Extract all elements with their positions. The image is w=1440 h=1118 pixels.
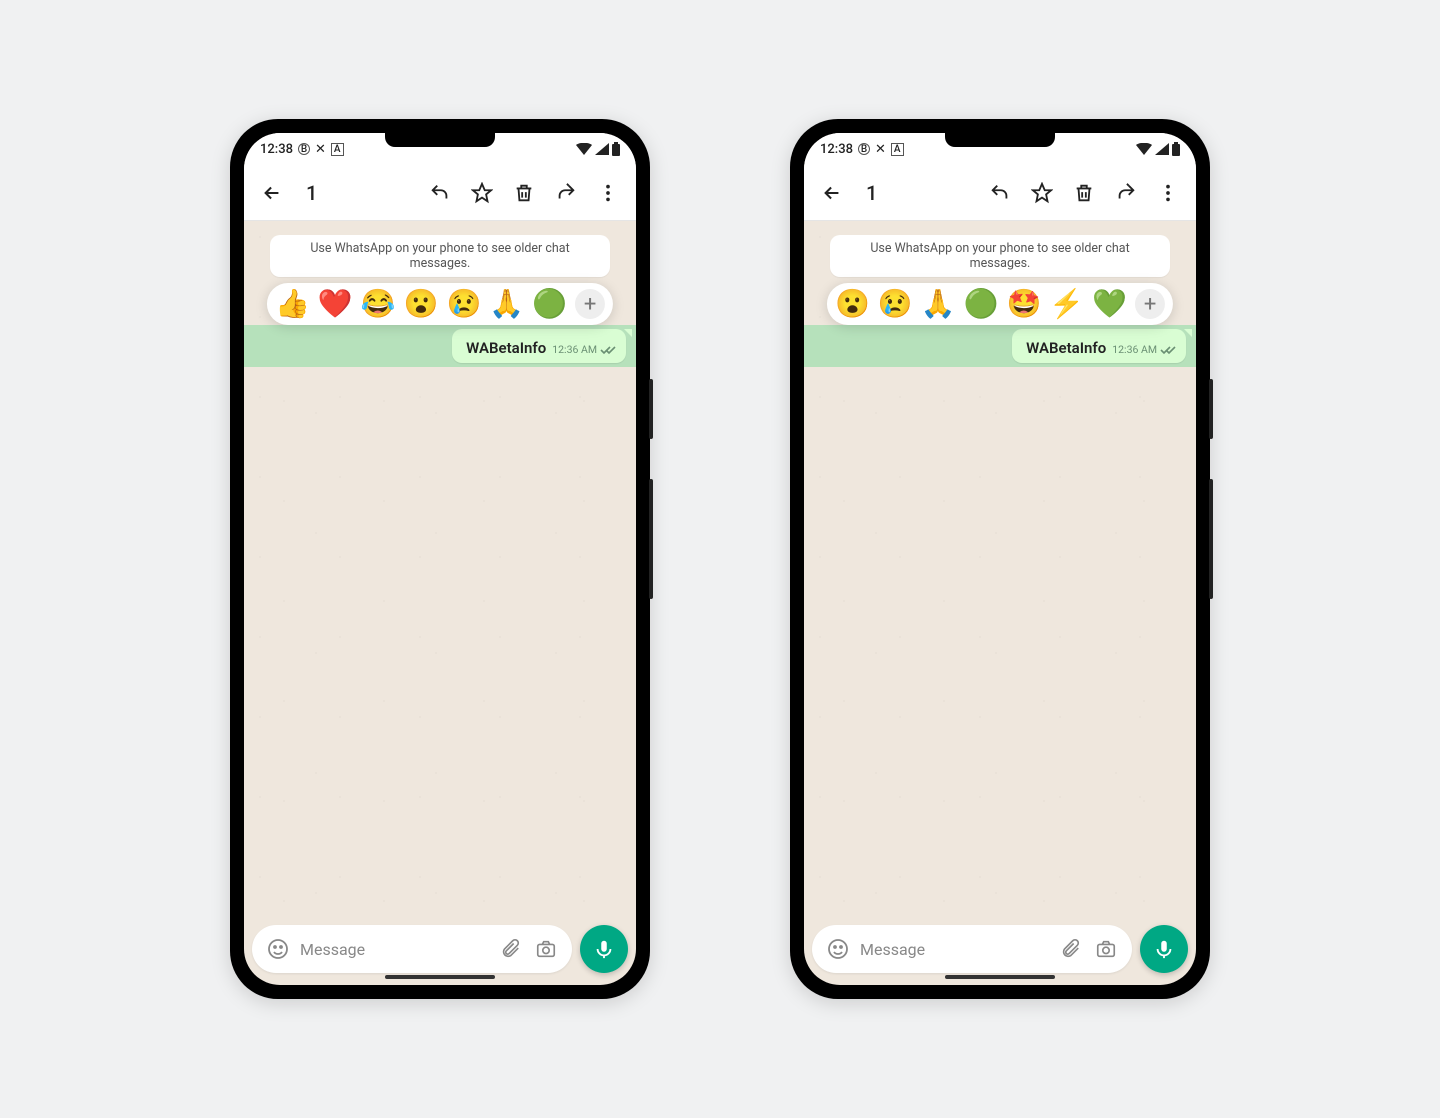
reaction-popup: 😮 😢 🙏 🟢 🤩 ⚡ 💚 + [827,283,1173,325]
more-button[interactable] [588,173,628,213]
reaction-emoji[interactable]: 😮 [835,290,870,318]
delete-button[interactable] [1064,173,1104,213]
message-bubble[interactable]: WABetaInfo 12:36 AM [1012,329,1186,363]
forward-button[interactable] [1106,173,1146,213]
notch [385,133,495,147]
reaction-emoji[interactable]: 😢 [446,290,481,318]
wifi-icon [576,143,592,155]
attachment-icon[interactable] [1052,931,1088,967]
back-button[interactable] [252,173,292,213]
reaction-more-button[interactable]: + [1135,289,1165,319]
reaction-emoji[interactable]: ⚡ [1049,290,1084,318]
reaction-emoji[interactable]: 🟢 [532,290,567,318]
status-time: 12:38 [260,142,293,157]
emoji-icon[interactable] [260,931,296,967]
reaction-emoji[interactable]: 😮 [404,290,439,318]
camera-icon[interactable] [528,931,564,967]
status-time: 12:38 [820,142,853,157]
message-input-container[interactable]: Message [812,925,1132,973]
selection-topbar: 1 [804,165,1196,221]
reaction-emoji[interactable]: 😂 [361,290,396,318]
message-row[interactable]: 👍 ❤️ 😂 😮 😢 🙏 🟢 + WABetaInfo 12:36 AM [244,325,636,367]
message-input-container[interactable]: Message [252,925,572,973]
status-icon-a: A [331,143,344,156]
attachment-icon[interactable] [492,931,528,967]
mic-button[interactable] [1140,925,1188,973]
message-caption: WABetaInfo [1026,339,1106,357]
selection-count: 1 [866,181,978,205]
reaction-popup: 👍 ❤️ 😂 😮 😢 🙏 🟢 + [267,283,613,325]
message-time: 12:36 AM [552,343,597,356]
volume-button [1209,479,1213,599]
battery-icon [612,142,620,156]
notch [945,133,1055,147]
selection-count: 1 [306,181,418,205]
battery-icon [1172,142,1180,156]
message-caption: WABetaInfo [466,339,546,357]
chat-body: Use WhatsApp on your phone to see older … [244,221,636,917]
phone-left: 12:38 B ✕ A 1 [230,119,650,999]
more-button[interactable] [1148,173,1188,213]
reaction-more-button[interactable]: + [575,289,605,319]
message-input-placeholder: Message [296,940,492,959]
screen: 12:38 B ✕ A 1 [804,133,1196,985]
read-ticks-icon [600,345,616,355]
read-ticks-icon [1160,345,1176,355]
delete-button[interactable] [504,173,544,213]
reaction-emoji[interactable]: 👍 [275,290,310,318]
star-button[interactable] [462,173,502,213]
status-icon-b: B [298,143,310,155]
signal-icon [1155,143,1169,155]
status-icon-tools: ✕ [875,142,886,157]
message-time: 12:36 AM [1112,343,1157,356]
info-bubble: Use WhatsApp on your phone to see older … [830,235,1170,277]
input-bar: Message [804,917,1196,985]
reaction-emoji[interactable]: ❤️ [318,290,353,318]
power-button [1209,379,1213,439]
selection-topbar: 1 [244,165,636,221]
signal-icon [595,143,609,155]
message-input-placeholder: Message [856,940,1052,959]
info-bubble: Use WhatsApp on your phone to see older … [270,235,610,277]
volume-button [649,479,653,599]
reaction-emoji[interactable]: 🙏 [921,290,956,318]
camera-icon[interactable] [1088,931,1124,967]
chat-body: Use WhatsApp on your phone to see older … [804,221,1196,917]
emoji-icon[interactable] [820,931,856,967]
star-button[interactable] [1022,173,1062,213]
phone-right: 12:38 B ✕ A 1 [790,119,1210,999]
message-bubble[interactable]: WABetaInfo 12:36 AM [452,329,626,363]
forward-button[interactable] [546,173,586,213]
reaction-emoji[interactable]: 🤩 [1006,290,1041,318]
reply-button[interactable] [420,173,460,213]
reaction-emoji[interactable]: 🟢 [964,290,999,318]
mic-button[interactable] [580,925,628,973]
message-row[interactable]: 😮 😢 🙏 🟢 🤩 ⚡ 💚 + WABetaInfo 12:36 AM [804,325,1196,367]
status-icon-a: A [891,143,904,156]
wifi-icon [1136,143,1152,155]
reaction-emoji[interactable]: 🙏 [489,290,524,318]
power-button [649,379,653,439]
reaction-emoji[interactable]: 💚 [1092,290,1127,318]
status-icon-tools: ✕ [315,142,326,157]
reaction-emoji[interactable]: 😢 [878,290,913,318]
status-icon-b: B [858,143,870,155]
reply-button[interactable] [980,173,1020,213]
screen: 12:38 B ✕ A 1 [244,133,636,985]
input-bar: Message [244,917,636,985]
back-button[interactable] [812,173,852,213]
